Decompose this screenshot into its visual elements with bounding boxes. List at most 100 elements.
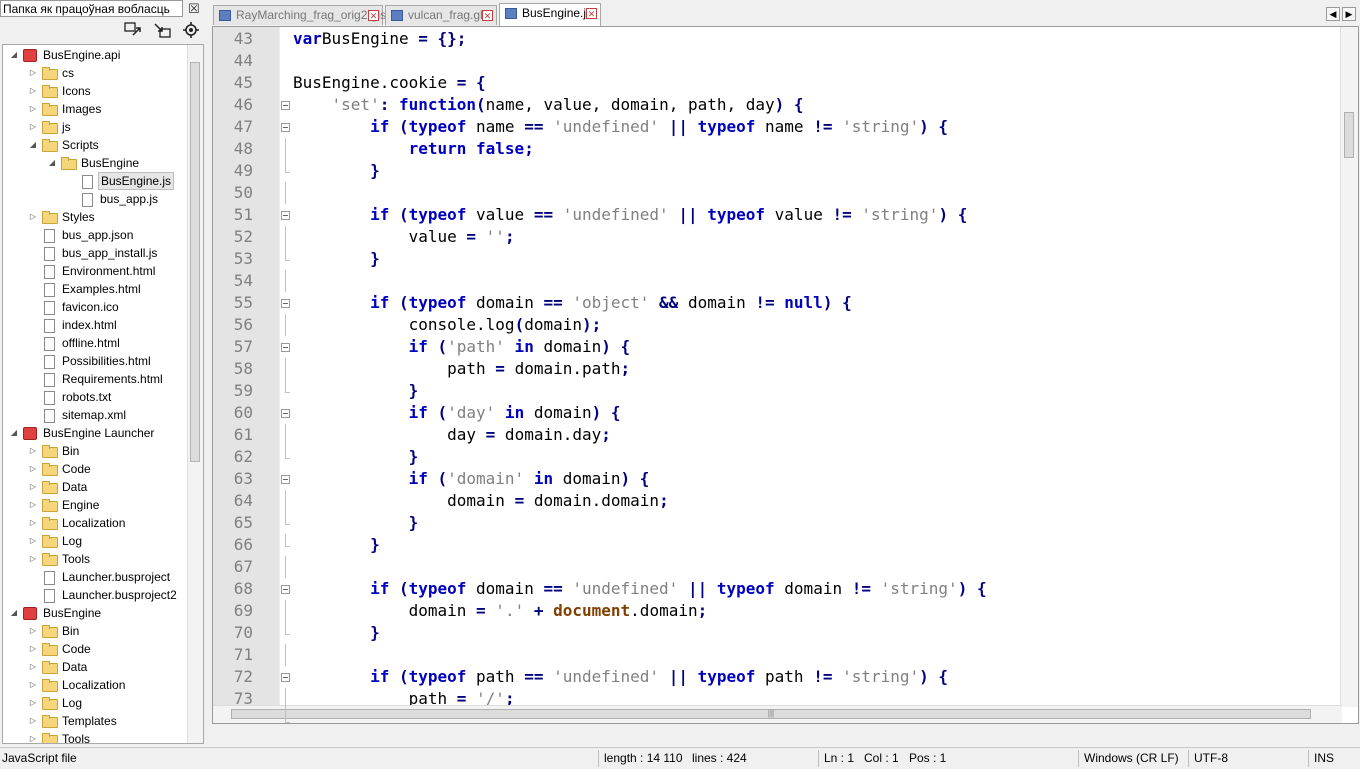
code-token: '' (476, 227, 505, 246)
tab-busengine[interactable]: BusEngine.js ✕ (499, 3, 601, 26)
code-line[interactable]: } (293, 160, 380, 182)
code-token: if (408, 469, 428, 488)
expand-arrow-icon[interactable]: ▷ (28, 496, 38, 514)
expand-arrow-icon[interactable]: ▷ (28, 676, 38, 694)
expand-arrow-icon[interactable]: ▷ (28, 712, 38, 730)
tree-item-label: Icons (62, 84, 91, 98)
code-line[interactable]: if (typeof domain == 'object' && domain … (293, 292, 852, 314)
tree-item-label: Styles (62, 210, 95, 224)
code-line[interactable]: } (293, 248, 380, 270)
expand-arrow-icon[interactable]: ▷ (28, 622, 38, 640)
tab-raymarching[interactable]: RayMarching_frag_orig2.glsl ✕ (213, 5, 389, 25)
code-line[interactable]: return false; (293, 138, 534, 160)
expand-arrow-icon[interactable]: ▷ (28, 694, 38, 712)
expand-all-icon[interactable] (153, 22, 171, 38)
tree-item-label: BusEngine.api (43, 48, 121, 62)
code-token: == (543, 579, 563, 598)
fold-end-marker (285, 546, 290, 547)
fold-toggle-icon[interactable] (281, 101, 290, 110)
close-tab-icon[interactable]: ✕ (586, 8, 597, 19)
code-line[interactable]: if ('day' in domain) { (293, 402, 621, 424)
code-editor[interactable]: 43 44 45 46 47 48 49 50 51 52 53 54 55 56 57 58 59 60 61 62… (212, 26, 1359, 724)
fold-toggle-icon[interactable] (281, 123, 290, 132)
code-line[interactable]: day = domain.day; (293, 424, 611, 446)
code-line[interactable]: 'set': function(name, value, domain, pat… (293, 94, 804, 116)
code-token: || (687, 579, 708, 598)
expand-arrow-icon[interactable]: ▷ (28, 532, 38, 550)
tab-vulcan[interactable]: vulcan_frag.glsl ✕ (385, 5, 497, 25)
line-number: 64 (233, 491, 253, 510)
code-token: ( (389, 293, 409, 312)
fold-toggle-icon[interactable] (281, 343, 290, 352)
editor-horizontal-scrollbar[interactable]: ||| (213, 705, 1342, 723)
code-line[interactable]: path = domain.path; (293, 358, 630, 380)
close-panel-icon[interactable]: ☒ (187, 2, 201, 16)
expand-arrow-icon[interactable]: ▷ (28, 514, 38, 532)
code-line[interactable]: value = ''; (293, 226, 515, 248)
close-tab-icon[interactable]: ✕ (368, 10, 379, 21)
code-line[interactable]: } (293, 534, 380, 556)
code-line[interactable]: } (293, 512, 419, 534)
code-line[interactable]: console.log(domain); (293, 314, 602, 336)
code-line[interactable]: if ('domain' in domain) { (293, 468, 650, 490)
expand-arrow-icon[interactable]: ▷ (28, 640, 38, 658)
line-number: 43 (233, 29, 253, 48)
code-line[interactable]: if (typeof domain == 'undefined' || type… (293, 578, 987, 600)
code-token: function (398, 95, 477, 114)
code-line[interactable]: } (293, 622, 380, 644)
code-line[interactable]: } (293, 380, 419, 402)
code-line[interactable]: } (293, 446, 419, 468)
code-line[interactable]: varBusEngine = {}; (293, 28, 466, 50)
fold-toggle-icon[interactable] (281, 475, 290, 484)
collapse-arrow-icon[interactable]: ◢ (9, 604, 19, 622)
code-token: ); (582, 315, 602, 334)
expand-arrow-icon[interactable]: ▷ (28, 118, 38, 136)
expand-arrow-icon[interactable]: ▷ (28, 478, 38, 496)
code-line[interactable]: if ('path' in domain) { (293, 336, 631, 358)
expand-arrow-icon[interactable]: ▷ (28, 460, 38, 478)
collapse-all-icon[interactable] (124, 22, 142, 38)
folder-icon (42, 103, 58, 116)
locate-current-file-icon[interactable] (182, 22, 200, 38)
vertical-scroll-thumb[interactable] (1344, 112, 1354, 158)
code-line[interactable]: BusEngine.cookie = { (293, 72, 486, 94)
expand-arrow-icon[interactable]: ▷ (28, 658, 38, 676)
code-line[interactable]: if (typeof path == 'undefined' || typeof… (293, 666, 948, 688)
expand-arrow-icon[interactable]: ▷ (28, 64, 38, 82)
tab-scroll-left-icon[interactable]: ◀ (1326, 7, 1340, 21)
code-line[interactable]: if (typeof name == 'undefined' || typeof… (293, 116, 948, 138)
code-line[interactable]: domain = domain.domain; (293, 490, 669, 512)
tree-scroll-thumb[interactable] (190, 62, 200, 462)
fold-toggle-icon[interactable] (281, 585, 290, 594)
tree-item-label: js (62, 120, 71, 134)
expand-arrow-icon[interactable]: ▷ (28, 82, 38, 100)
tab-scroll-right-icon[interactable]: ▶ (1342, 7, 1356, 21)
line-number: 66 (233, 535, 253, 554)
collapse-arrow-icon[interactable]: ◢ (9, 46, 19, 64)
close-tab-icon[interactable]: ✕ (482, 10, 493, 21)
code-token: ( (389, 579, 409, 598)
code-line[interactable]: domain = '.' + document.domain; (293, 600, 708, 622)
expand-arrow-icon[interactable]: ▷ (28, 100, 38, 118)
horizontal-scroll-thumb[interactable]: ||| (231, 709, 1311, 719)
expand-arrow-icon[interactable]: ▷ (28, 208, 38, 226)
code-token: ) { (774, 95, 804, 114)
fold-toggle-icon[interactable] (281, 299, 290, 308)
collapse-arrow-icon[interactable]: ◢ (28, 136, 38, 154)
editor-vertical-scrollbar[interactable] (1340, 27, 1358, 707)
fold-toggle-icon[interactable] (281, 211, 290, 220)
expand-arrow-icon[interactable]: ▷ (28, 442, 38, 460)
collapse-arrow-icon[interactable]: ◢ (47, 154, 57, 172)
collapse-arrow-icon[interactable]: ◢ (9, 424, 19, 442)
expand-arrow-icon[interactable]: ▷ (28, 730, 38, 743)
line-number: 55 (233, 293, 253, 312)
code-token: != (851, 579, 871, 598)
fold-toggle-icon[interactable] (281, 673, 290, 682)
expand-arrow-icon[interactable]: ▷ (28, 550, 38, 568)
code-line[interactable]: if (typeof value == 'undefined' || typeo… (293, 204, 967, 226)
fold-toggle-icon[interactable] (281, 409, 290, 418)
tree-scrollbar[interactable] (187, 45, 203, 743)
